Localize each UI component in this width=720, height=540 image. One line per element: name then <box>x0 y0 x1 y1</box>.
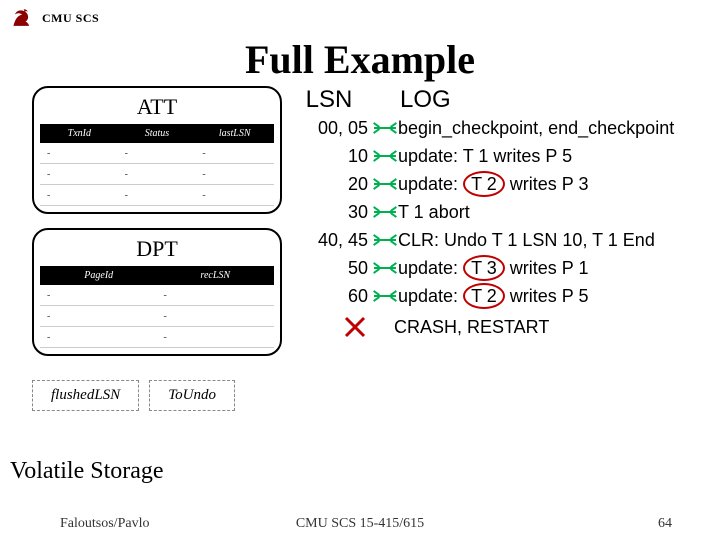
log-rows: 00, 05begin_checkpoint, end_checkpoint10… <box>290 114 720 310</box>
footer-left: Faloutsos/Pavlo <box>60 516 149 532</box>
arrow-icon <box>372 295 398 297</box>
page-title: Full Example <box>0 36 720 83</box>
log-desc: update: T 1 writes P 5 <box>398 142 720 170</box>
crash-x-icon <box>342 314 368 340</box>
content-area: ATT TxnId Status lastLSN --- --- --- DPT… <box>0 86 720 411</box>
log-header: LSN LOG <box>290 86 720 114</box>
cell: - <box>41 306 158 327</box>
log-desc: CLR: Undo T 1 LSN 10, T 1 End <box>398 226 720 254</box>
att-box: ATT TxnId Status lastLSN --- --- --- <box>32 86 282 214</box>
lsn-cell: 10 <box>290 142 372 170</box>
table-row: --- <box>41 164 274 185</box>
footer-right: 64 <box>658 516 672 532</box>
dpt-col-pageid: PageId <box>41 267 158 285</box>
arrow-icon <box>372 211 398 213</box>
log-row: 00, 05 begin_checkpoint, end_checkpoint <box>290 114 720 142</box>
lsn-cell: 20 <box>290 170 372 198</box>
arrow-icon <box>372 183 398 185</box>
cell: - <box>157 327 274 348</box>
footer: Faloutsos/Pavlo CMU SCS 15-415/615 64 <box>0 516 720 532</box>
volatile-storage-label: Volatile Storage <box>10 458 164 485</box>
crash-x <box>290 314 368 340</box>
cell: - <box>41 327 158 348</box>
lsn-cell: 40, 45 <box>290 226 372 254</box>
dpt-table: PageId recLSN -- -- -- <box>40 266 274 348</box>
table-row: --- <box>41 143 274 164</box>
att-col-status: Status <box>118 125 196 143</box>
circled-txn: T 2 <box>463 283 505 309</box>
circled-txn: T 3 <box>463 255 505 281</box>
cell: - <box>41 185 119 206</box>
header: CMU SCS <box>0 0 720 32</box>
lsn-cell: 30 <box>290 198 372 226</box>
lsn-cell: 00, 05 <box>290 114 372 142</box>
cell: - <box>196 185 274 206</box>
footer-center: CMU SCS 15-415/615 <box>296 516 424 532</box>
att-table: TxnId Status lastLSN --- --- --- <box>40 124 274 206</box>
cell: - <box>196 143 274 164</box>
log-row: 60 update: T 2 writes P 5 <box>290 282 720 310</box>
log-desc: update: T 2 writes P 5 <box>398 282 720 310</box>
cell: - <box>118 143 196 164</box>
cell: - <box>41 285 158 306</box>
table-row: -- <box>41 327 274 348</box>
table-row: -- <box>41 285 274 306</box>
log-desc: begin_checkpoint, end_checkpoint <box>398 114 720 142</box>
log-row: 50 update: T 3 writes P 1 <box>290 254 720 282</box>
log-row: 10 update: T 1 writes P 5 <box>290 142 720 170</box>
cell: - <box>41 143 119 164</box>
log-row: 40, 45 CLR: Undo T 1 LSN 10, T 1 End <box>290 226 720 254</box>
table-row: -- <box>41 306 274 327</box>
crash-row: CRASH, RESTART <box>290 312 720 342</box>
lsn-cell: 60 <box>290 282 372 310</box>
log-desc: T 1 abort <box>398 198 720 226</box>
flushed-lsn-box: flushedLSN <box>32 380 139 411</box>
lsn-cell: 50 <box>290 254 372 282</box>
dpt-box: DPT PageId recLSN -- -- -- <box>32 228 282 356</box>
dpt-title: DPT <box>40 236 274 262</box>
att-title: ATT <box>40 94 274 120</box>
lsn-heading: LSN <box>290 86 368 114</box>
course-code: CMU SCS <box>42 11 99 26</box>
cell: - <box>118 185 196 206</box>
dpt-col-reclsn: recLSN <box>157 267 274 285</box>
griffin-logo <box>8 4 36 32</box>
table-row: --- <box>41 185 274 206</box>
att-col-txnid: TxnId <box>41 125 119 143</box>
att-col-lastlsn: lastLSN <box>196 125 274 143</box>
arrow-icon <box>372 155 398 157</box>
left-column: ATT TxnId Status lastLSN --- --- --- DPT… <box>0 86 282 411</box>
cell: - <box>157 306 274 327</box>
to-undo-box: ToUndo <box>149 380 235 411</box>
arrow-icon <box>372 239 398 241</box>
cell: - <box>157 285 274 306</box>
log-desc: update: T 2 writes P 3 <box>398 170 720 198</box>
circled-txn: T 2 <box>463 171 505 197</box>
cell: - <box>196 164 274 185</box>
log-heading: LOG <box>368 86 451 114</box>
arrow-icon <box>372 127 398 129</box>
crash-text: CRASH, RESTART <box>394 312 720 342</box>
log-row: 20 update: T 2 writes P 3 <box>290 170 720 198</box>
log-column: LSN LOG 00, 05 begin_checkpoint, end_chec… <box>282 86 720 411</box>
arrow-icon <box>372 267 398 269</box>
log-row: 30 T 1 abort <box>290 198 720 226</box>
bottom-boxes: flushedLSN ToUndo <box>32 380 282 411</box>
log-desc: update: T 3 writes P 1 <box>398 254 720 282</box>
cell: - <box>41 164 119 185</box>
cell: - <box>118 164 196 185</box>
